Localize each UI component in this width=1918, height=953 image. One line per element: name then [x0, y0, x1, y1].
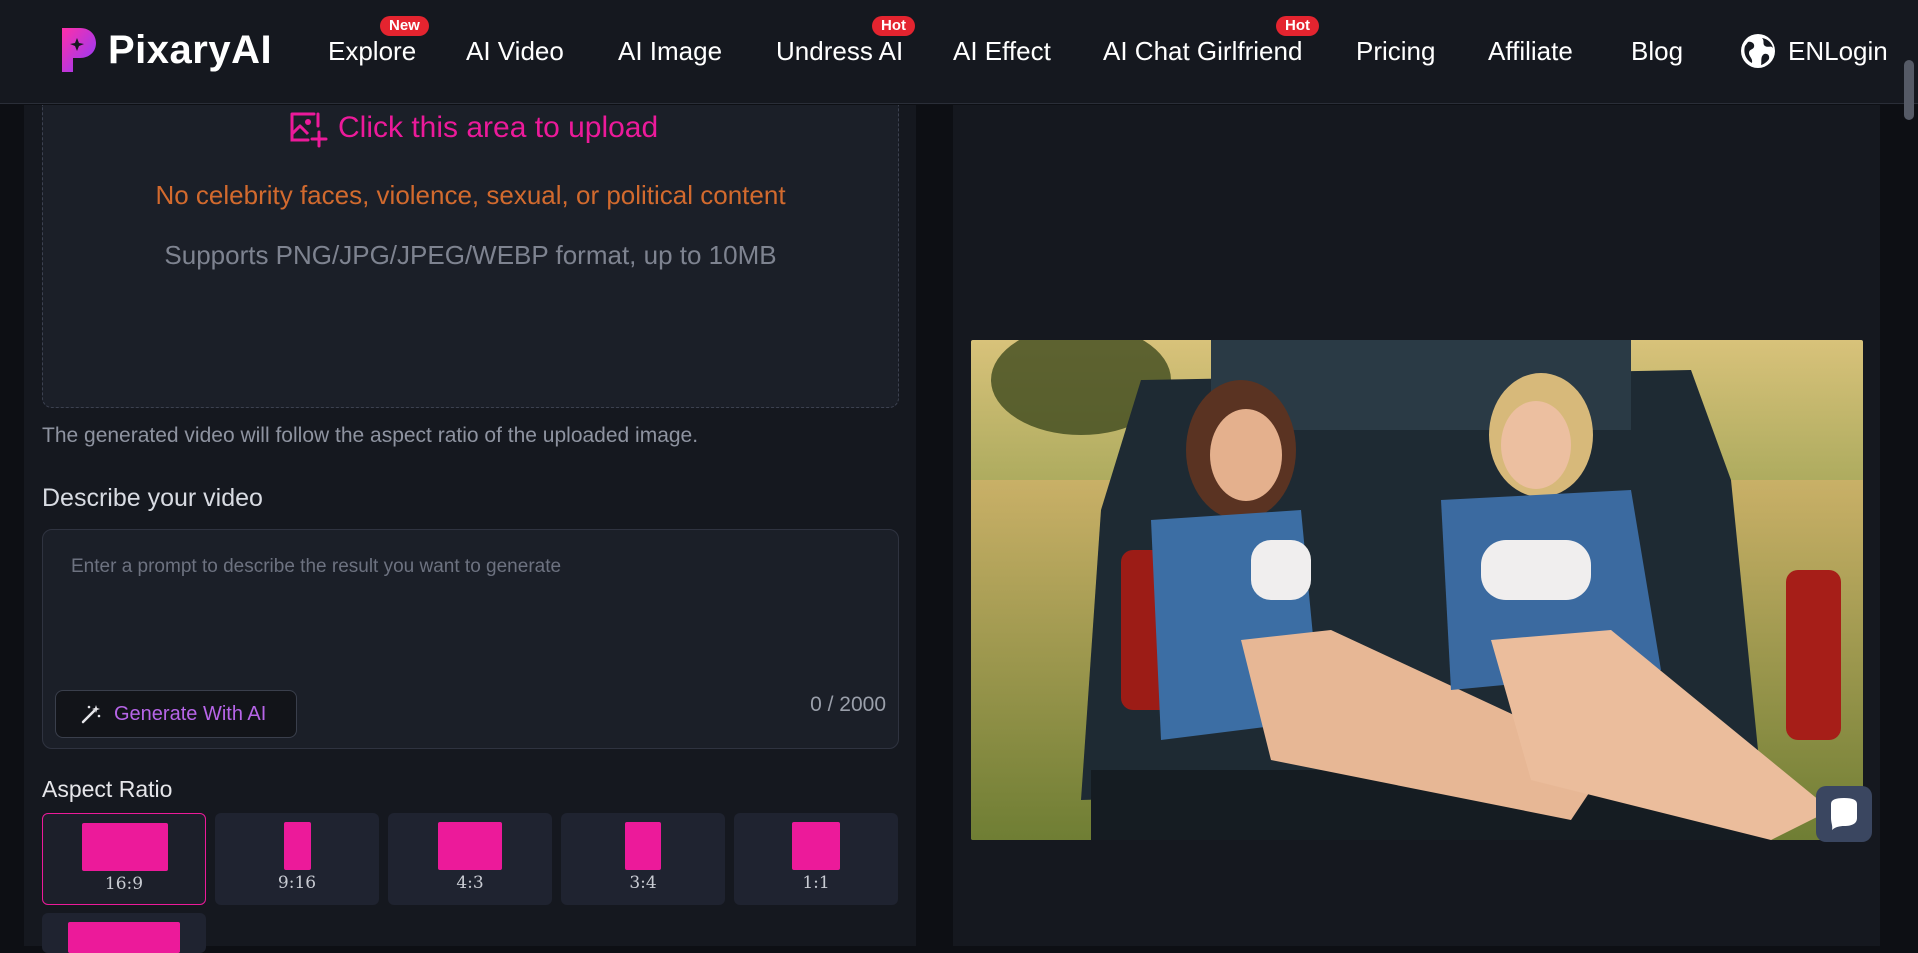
prompt-input[interactable]: [71, 556, 861, 578]
language-login[interactable]: ENLogin: [1788, 36, 1888, 67]
ratio-shape-4-3: [438, 822, 502, 870]
logo[interactable]: PixaryAI: [58, 26, 272, 74]
magic-wand-icon: [81, 705, 101, 724]
ratio-label: 16:9: [104, 874, 144, 894]
content-warning: No celebrity faces, violence, sexual, or…: [155, 180, 786, 210]
scrollbar[interactable]: [1904, 60, 1914, 120]
ratio-shape-1-1: [792, 822, 840, 870]
upload-cta[interactable]: Click this area to upload: [288, 108, 658, 148]
ratio-option-4-3[interactable]: 4:3: [388, 813, 552, 905]
aspect-ratio-title: Aspect Ratio: [42, 776, 173, 802]
chat-bubble-button[interactable]: [1816, 786, 1872, 842]
logo-icon: [62, 28, 96, 72]
ratio-option-16-9[interactable]: 16:9: [42, 813, 206, 905]
ratio-shape-more: [68, 922, 180, 953]
brand-name: PixaryAI: [108, 27, 273, 72]
prompt-box: Generate With AI 0 / 2000: [42, 529, 899, 749]
nav-item-ai-effect[interactable]: AI Effect: [953, 36, 1051, 67]
badge-hot: Hot: [872, 16, 915, 36]
nav-item-affiliate[interactable]: Affiliate: [1488, 36, 1573, 67]
generate-with-ai-button[interactable]: Generate With AI: [55, 690, 297, 738]
prompt-title: Describe your video: [42, 484, 263, 512]
nav-item-ai-image[interactable]: AI Image: [618, 36, 722, 67]
nav-item-undress-ai[interactable]: Undress AI: [776, 36, 903, 67]
nav-item-pricing[interactable]: Pricing: [1356, 36, 1435, 67]
ratio-shape-9-16: [284, 822, 311, 870]
nav-item-blog[interactable]: Blog: [1631, 36, 1683, 67]
ratio-option-9-16[interactable]: 9:16: [215, 813, 379, 905]
ratio-option-3-4[interactable]: 3:4: [561, 813, 725, 905]
language-label[interactable]: EN: [1788, 36, 1824, 66]
ratio-label: 4:3: [456, 873, 484, 893]
ratio-label: 1:1: [802, 873, 830, 893]
login-link[interactable]: Login: [1824, 36, 1888, 66]
globe-icon[interactable]: [1740, 33, 1776, 69]
top-navigation-bar: PixaryAI Explore New AI Video AI Image U…: [0, 0, 1918, 120]
character-counter: 0 / 2000: [810, 693, 886, 716]
ratio-shape-16-9: [82, 823, 168, 871]
nav-item-ai-video[interactable]: AI Video: [466, 36, 564, 67]
nav-item-explore[interactable]: Explore: [328, 36, 416, 67]
badge-new: New: [380, 16, 429, 36]
ratio-option-1-1[interactable]: 1:1: [734, 813, 898, 905]
format-support-note: Supports PNG/JPG/JPEG/WEBP format, up to…: [164, 240, 777, 270]
preview-image: [971, 340, 1863, 840]
aspect-ratio-note: The generated video will follow the aspe…: [42, 424, 699, 447]
ratio-label: 3:4: [629, 873, 657, 893]
nav-item-ai-chat-girlfriend[interactable]: AI Chat Girlfriend: [1103, 36, 1302, 67]
badge-hot: Hot: [1276, 16, 1319, 36]
ratio-label: 9:16: [277, 873, 317, 893]
ratio-shape-3-4: [625, 822, 661, 870]
ratio-option-more[interactable]: [42, 913, 206, 953]
upload-cta-label[interactable]: Click this area to upload: [338, 111, 658, 145]
image-add-icon: [290, 112, 328, 148]
chat-bubble-icon: [1831, 798, 1857, 830]
generate-with-ai-label: Generate With AI: [114, 702, 267, 725]
